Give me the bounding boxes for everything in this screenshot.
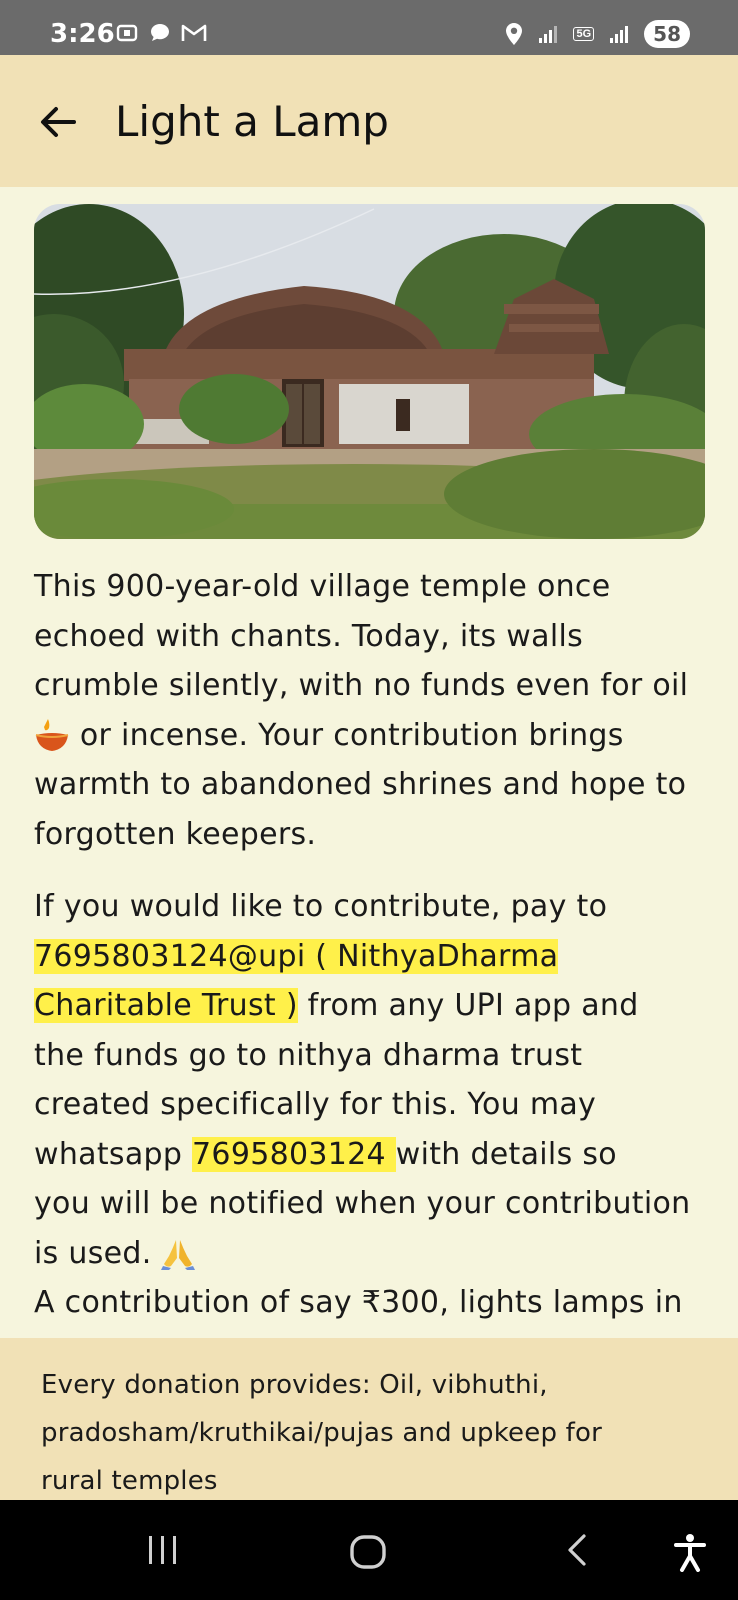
network-type: 5G [573, 27, 595, 41]
gmail-icon [181, 24, 207, 41]
recents-icon [149, 1536, 176, 1564]
contribution-info: If you would like to contribute, pay to … [34, 889, 691, 1320]
page-title: Light a Lamp [115, 97, 389, 146]
diya-lamp-icon [35, 719, 69, 751]
screenshot-icon [116, 24, 138, 42]
upi-id[interactable]: 7695803124@upi ( NithyaDharma [34, 938, 559, 974]
accessibility-icon [674, 1534, 706, 1572]
recents-button[interactable] [145, 1532, 181, 1573]
app-bar: Light a Lamp [0, 55, 738, 187]
nav-back-button[interactable] [560, 1532, 596, 1573]
accessibility-button[interactable] [672, 1532, 708, 1577]
status-bar: 3:26 5G 58 [0, 0, 738, 55]
battery-level: 58 [644, 20, 690, 48]
signal-icon [539, 26, 558, 43]
temple-image [34, 204, 705, 539]
location-icon [506, 23, 523, 45]
system-icons: 5G 58 [505, 20, 690, 48]
status-time: 3:26 [50, 19, 115, 49]
folded-hands-icon [161, 1240, 196, 1270]
upi-trust-name[interactable]: Charitable Trust ) [34, 988, 298, 1023]
back-button[interactable] [34, 98, 82, 146]
temple-description: This 900-year-old village temple once ec… [34, 569, 689, 852]
home-icon [350, 1535, 386, 1569]
notification-icons [115, 22, 207, 44]
chat-icon [151, 24, 169, 41]
arrow-left-icon [41, 107, 76, 137]
scroll-content[interactable]: This 900-year-old village temple once ec… [0, 187, 738, 1338]
system-nav-bar [0, 1500, 738, 1600]
home-button[interactable] [348, 1532, 388, 1577]
whatsapp-number[interactable]: 7695803124 [192, 1136, 396, 1172]
donation-info-banner: Every donation provides: Oil, vibhuthi, … [0, 1338, 738, 1500]
back-icon [568, 1534, 586, 1566]
signal-icon [610, 26, 629, 43]
